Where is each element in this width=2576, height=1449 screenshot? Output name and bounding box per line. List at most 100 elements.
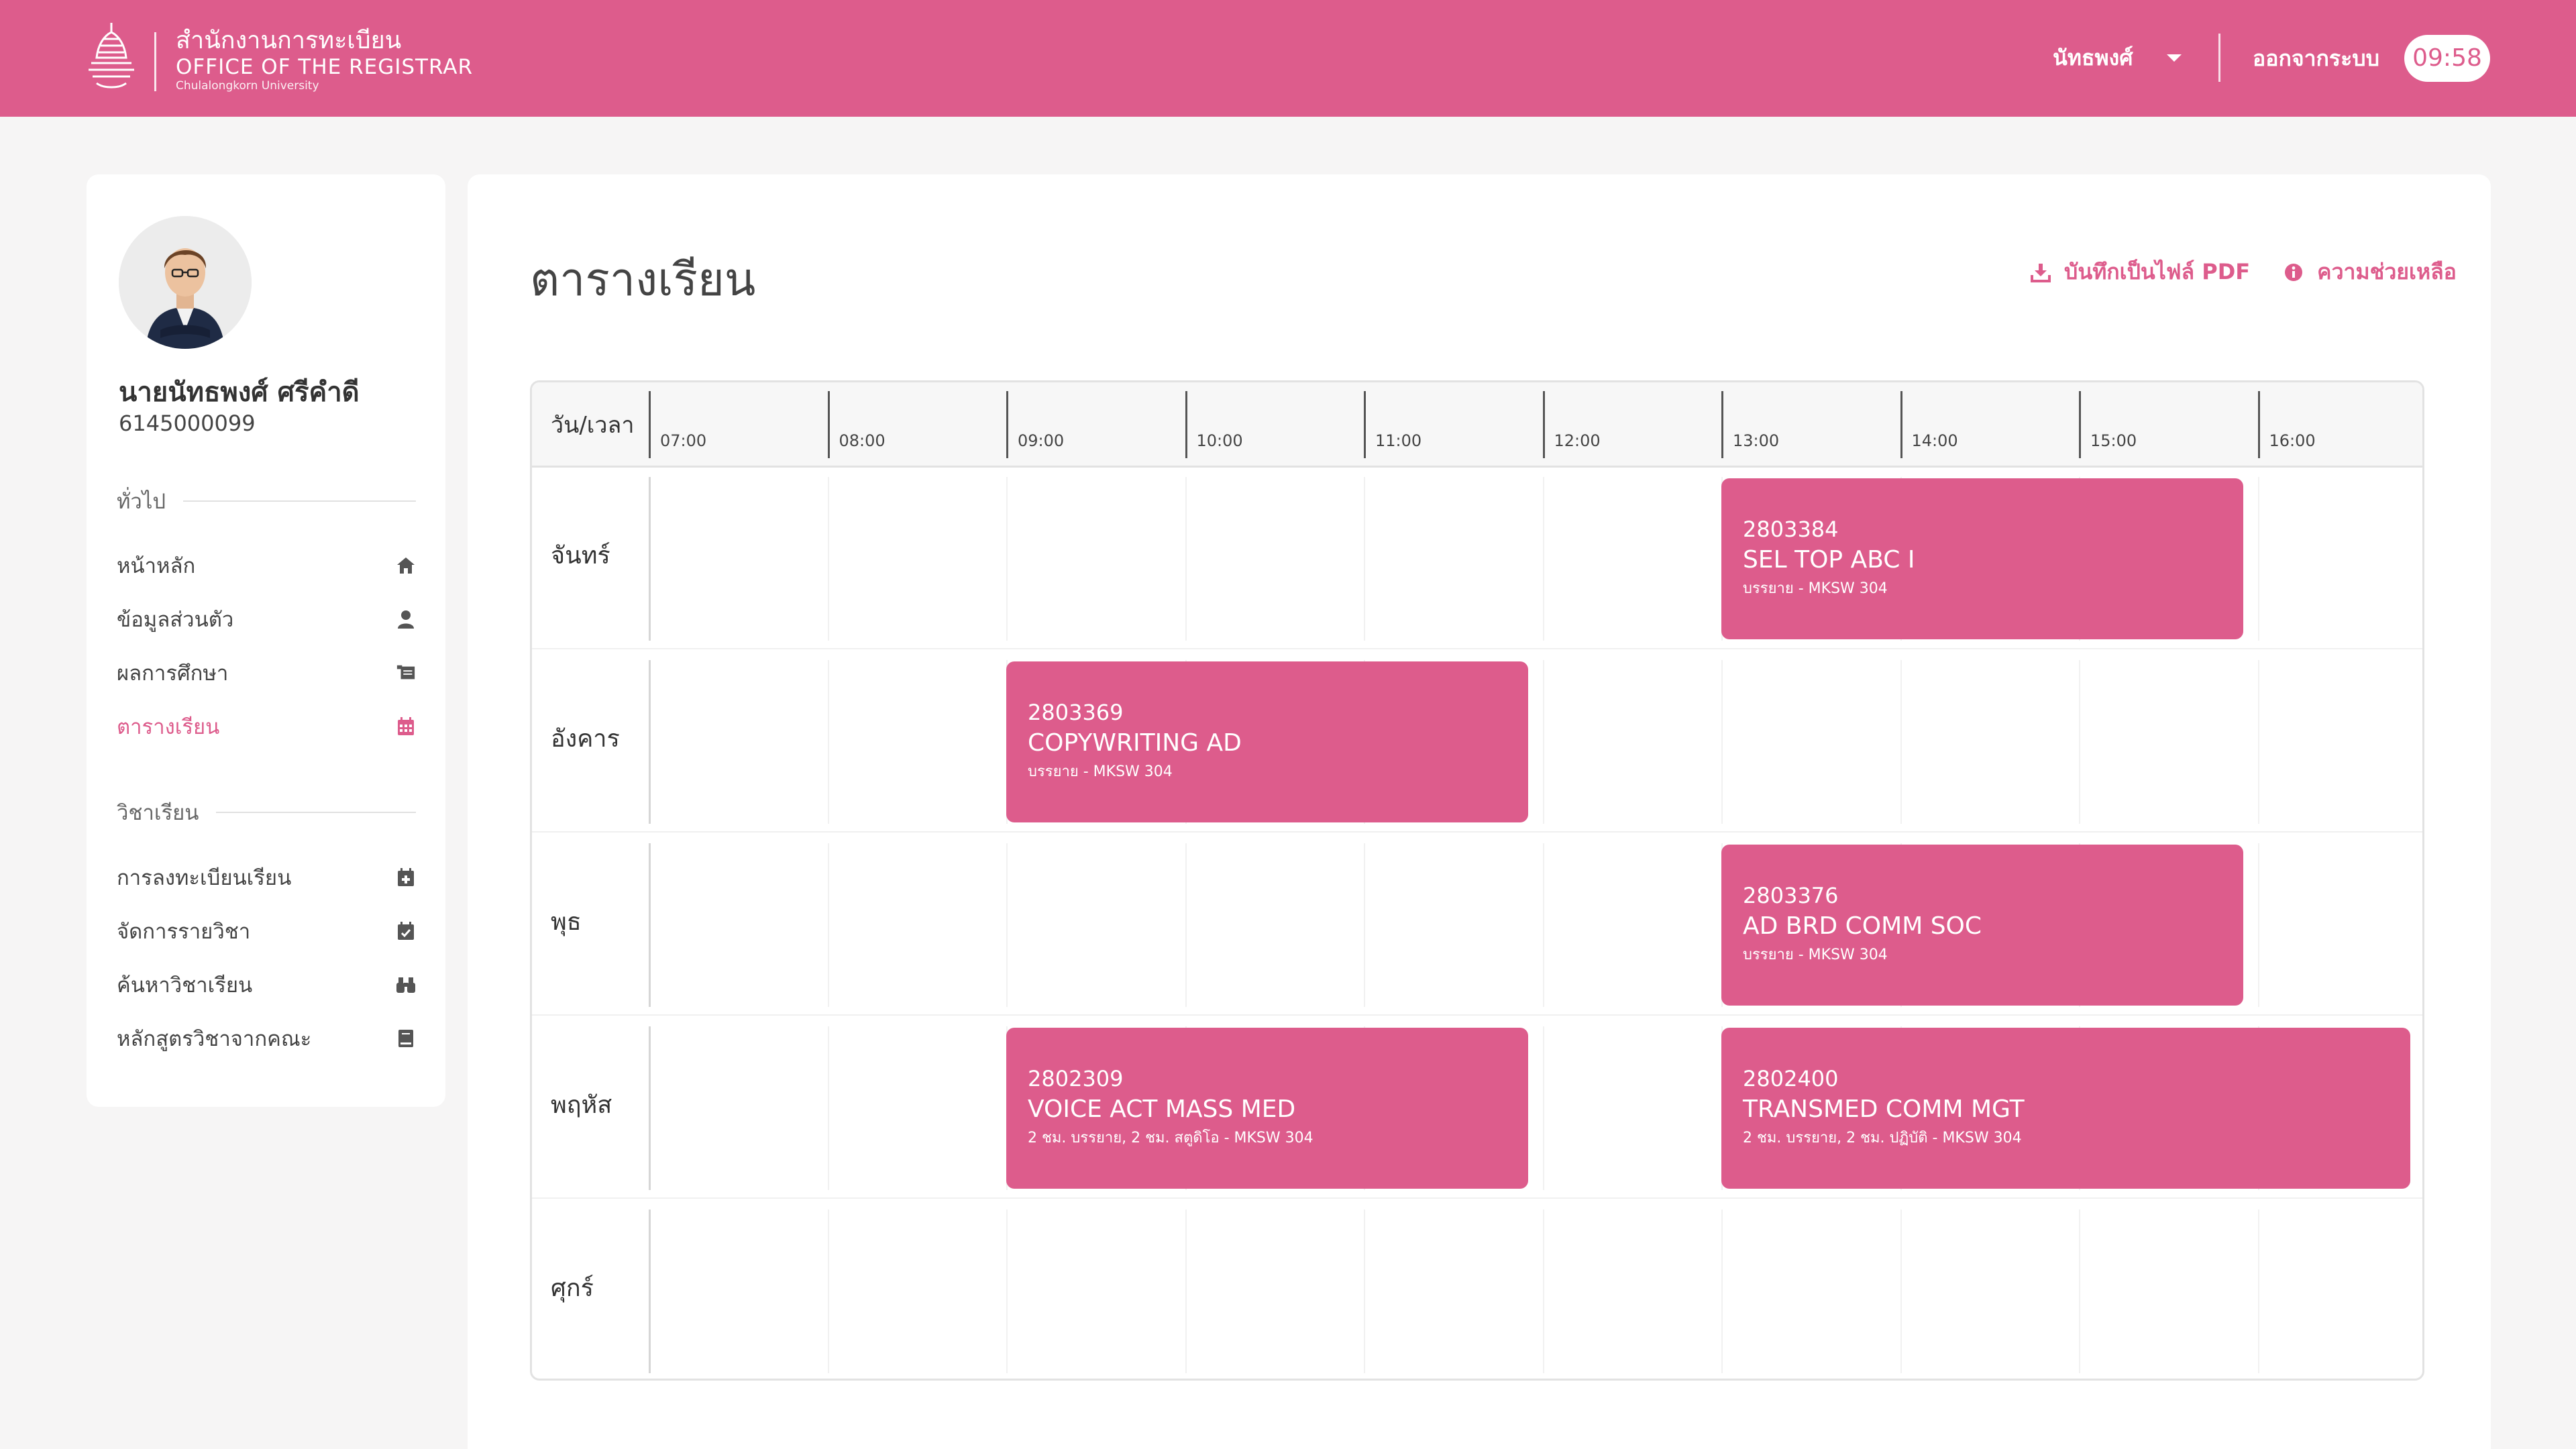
header-divider [2218, 34, 2220, 82]
time-slot-header: 14:00 [1900, 391, 1958, 458]
class-block[interactable]: 2803369 COPYWRITING AD บรรยาย - MKSW 304 [1006, 661, 1528, 822]
sidebar-item-manage-courses[interactable]: จัดการรายวิชา [117, 912, 416, 950]
day-label: พฤหัส [551, 1091, 612, 1119]
day-label: อังคาร [551, 725, 620, 753]
sidebar-item-label: ข้อมูลส่วนตัว [117, 608, 234, 632]
course-name: TRANSMED COMM MGT [1743, 1095, 2025, 1123]
binoculars-icon [396, 975, 416, 995]
grid-line [1185, 843, 1187, 1007]
grid-line [2257, 660, 2259, 824]
sidebar-item-label: หน้าหลัก [117, 554, 196, 578]
course-detail: 2 ชม. บรรยาย, 2 ชม. ปฏิบัติ - MKSW 304 [1743, 1130, 2022, 1146]
calendar-icon [396, 716, 416, 737]
class-block[interactable]: 2803376 AD BRD COMM SOC บรรยาย - MKSW 304 [1721, 845, 2243, 1006]
grid-line [827, 1210, 829, 1373]
chevron-down-icon [2166, 54, 2182, 62]
sidebar-item-search-courses[interactable]: ค้นหาวิชาเรียน [117, 966, 416, 1004]
grid-line [827, 1026, 829, 1190]
section-title-courses: วิชาเรียน [117, 796, 416, 829]
sidebar-item-home[interactable]: หน้าหลัก [117, 547, 416, 584]
calendar-check-icon [396, 921, 416, 941]
time-slot-header: 11:00 [1364, 391, 1421, 458]
row-axis-line [649, 1210, 651, 1373]
grid-line [1721, 660, 1723, 824]
user-icon [396, 609, 416, 629]
download-icon [2031, 263, 2051, 282]
course-detail: บรรยาย - MKSW 304 [1743, 947, 1888, 963]
section-divider [216, 812, 416, 813]
course-name: VOICE ACT MASS MED [1028, 1095, 1296, 1123]
time-label: 11:00 [1375, 431, 1422, 450]
time-slot-header: 08:00 [827, 391, 885, 458]
timetable-header: วัน/เวลา 07:00 08:00 09:00 10:00 11:00 12:00 1… [532, 382, 2422, 468]
course-detail: 2 ชม. บรรยาย, 2 ชม. สตูดิโอ - MKSW 304 [1028, 1130, 1313, 1146]
grid-line [827, 477, 829, 641]
org-english-name: OFFICE OF THE REGISTRAR [176, 55, 473, 79]
page-title: ตารางเรียน [530, 254, 756, 307]
book-icon [396, 1028, 416, 1049]
help-label: ความช่วยเหลือ [2317, 259, 2457, 284]
time-slot-header: 10:00 [1185, 391, 1243, 458]
sidebar-item-grades[interactable]: ผลการศึกษา [117, 654, 416, 692]
sidebar-item-label: หลักสูตรวิชาจากคณะ [117, 1027, 312, 1051]
grid-line [1542, 660, 1544, 824]
grid-line [827, 843, 829, 1007]
sidebar-item-label: ค้นหาวิชาเรียน [117, 973, 253, 998]
grid-line [1006, 477, 1008, 641]
sidebar-item-personal-info[interactable]: ข้อมูลส่วนตัว [117, 600, 416, 638]
course-code: 2803384 [1743, 517, 1839, 542]
sidebar-item-label: การลงทะเบียนเรียน [117, 866, 292, 890]
grid-line [1364, 843, 1365, 1007]
course-code: 2803369 [1028, 700, 1124, 725]
grid-line [2257, 1210, 2259, 1373]
day-time-label: วัน/เวลา [551, 412, 635, 439]
student-name: นายนัทธพงศ์ ศรีคำดี [119, 377, 360, 408]
day-label: จันทร์ [551, 542, 610, 570]
grid-line [1185, 1210, 1187, 1373]
time-slot-header: 15:00 [2079, 391, 2137, 458]
grid-line [1364, 1210, 1365, 1373]
class-block[interactable]: 2802400 TRANSMED COMM MGT 2 ชม. บรรยาย, 2 … [1721, 1028, 2410, 1189]
course-detail: บรรยาย - MKSW 304 [1028, 763, 1173, 780]
timetable: วัน/เวลา 07:00 08:00 09:00 10:00 11:00 12:00 1… [530, 380, 2424, 1381]
grid-line [1006, 1210, 1008, 1373]
help-button[interactable]: ความช่วยเหลือ [2284, 255, 2457, 289]
logo-divider [154, 32, 156, 91]
row-axis-line [649, 843, 651, 1007]
sidebar-item-label: ตารางเรียน [117, 715, 220, 739]
home-icon [396, 555, 416, 576]
save-pdf-button[interactable]: บันทึกเป็นไฟล์ PDF [2031, 255, 2250, 289]
grid-line [1006, 843, 1008, 1007]
calendar-add-icon [396, 867, 416, 888]
student-photo-icon [119, 216, 252, 349]
class-block[interactable]: 2803384 SEL TOP ABC I บรรยาย - MKSW 304 [1721, 478, 2243, 639]
class-block[interactable]: 2802309 VOICE ACT MASS MED 2 ชม. บรรยาย, 2… [1006, 1028, 1528, 1189]
grid-line [1542, 843, 1544, 1007]
user-name: นัทธพงศ์ [2053, 44, 2133, 70]
sidebar-item-faculty-curriculum[interactable]: หลักสูตรวิชาจากคณะ [117, 1020, 416, 1057]
time-label: 13:00 [1733, 431, 1780, 450]
grid-line [1542, 1026, 1544, 1190]
time-slot-header: 16:00 [2257, 391, 2316, 458]
course-name: COPYWRITING AD [1028, 729, 1242, 757]
user-menu[interactable]: นัทธพงศ์ [2053, 39, 2182, 76]
course-detail: บรรยาย - MKSW 304 [1743, 580, 1888, 597]
time-label: 16:00 [2269, 431, 2316, 450]
day-label: พุธ [551, 908, 582, 936]
logout-button[interactable]: ออกจากระบบ [2253, 42, 2379, 76]
course-code: 2802309 [1028, 1066, 1124, 1091]
time-slot-header: 13:00 [1721, 391, 1779, 458]
grid-line [2257, 843, 2259, 1007]
grid-line [2079, 1210, 2080, 1373]
grid-line [2257, 477, 2259, 641]
grid-line [1542, 477, 1544, 641]
sidebar-item-registration[interactable]: การลงทะเบียนเรียน [117, 859, 416, 896]
sidebar-item-timetable[interactable]: ตารางเรียน [117, 708, 416, 745]
day-label: ศุกร์ [551, 1275, 594, 1302]
info-icon [2285, 263, 2303, 281]
sidebar-item-label: ผลการศึกษา [117, 661, 229, 686]
time-label: 14:00 [1911, 431, 1958, 450]
time-slot-header: 09:00 [1006, 391, 1064, 458]
sidebar-item-label: จัดการรายวิชา [117, 920, 251, 944]
course-code: 2803376 [1743, 883, 1839, 908]
